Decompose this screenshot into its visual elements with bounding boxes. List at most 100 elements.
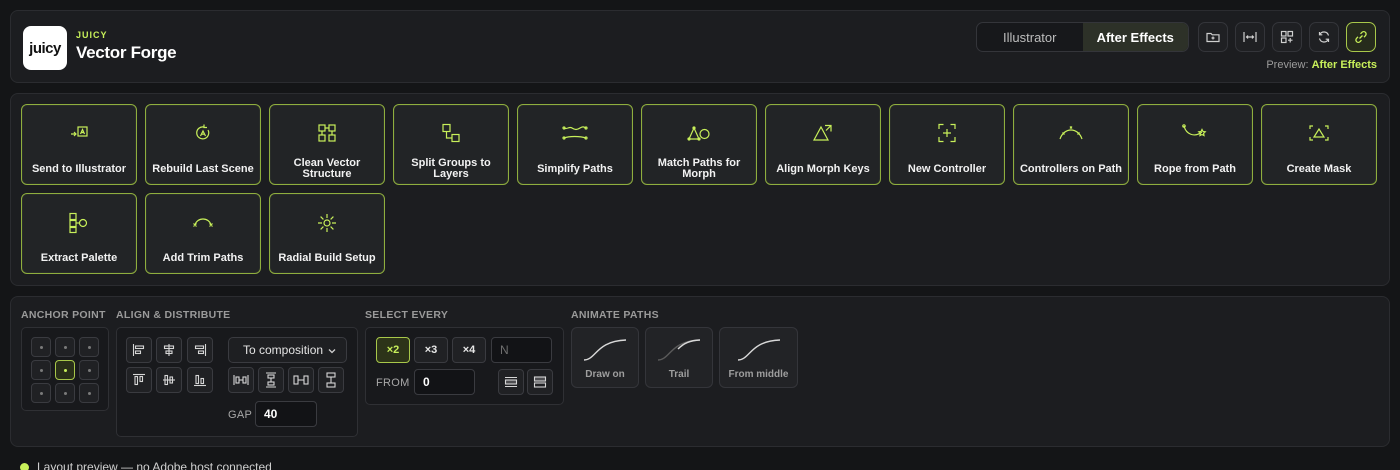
new-controller-button[interactable]: New Controller [889, 104, 1005, 185]
anchor-middle-right[interactable] [79, 360, 99, 380]
select-every-3-button[interactable]: ×3 [414, 337, 448, 363]
anchor-bottom-left[interactable] [31, 383, 51, 403]
anchor-top-center[interactable] [55, 337, 75, 357]
anchor-top-right[interactable] [79, 337, 99, 357]
select-rows-icon [504, 376, 518, 388]
create-mask-button[interactable]: Create Mask [1261, 104, 1377, 185]
align-distribute-label: ALIGN & DISTRIBUTE [116, 309, 231, 321]
space-horizontal-button[interactable] [288, 367, 314, 393]
align-relative-value: To composition [243, 343, 324, 357]
layout-button[interactable] [1272, 22, 1302, 52]
draw-on-button[interactable]: Draw on [571, 327, 639, 388]
anchor-bottom-right[interactable] [79, 383, 99, 403]
send-to-illustrator-button[interactable]: Send to Illustrator [21, 104, 137, 185]
rope-path-icon [1182, 124, 1207, 137]
tools-panel: ANCHOR POINT ALIGN & DISTRIBUTE To compo… [10, 296, 1390, 447]
space-h-icon [293, 375, 309, 385]
from-label: FROM [376, 377, 410, 389]
align-top-button[interactable] [126, 367, 152, 393]
anchor-middle-left[interactable] [31, 360, 51, 380]
extract-palette-icon [69, 212, 88, 234]
fit-width-button[interactable] [1235, 22, 1265, 52]
action-label: Align Morph Keys [776, 162, 870, 175]
distribute-h-icon [233, 375, 249, 385]
link-button[interactable] [1346, 22, 1376, 52]
split-groups-icon [442, 123, 460, 143]
rebuild-last-scene-button[interactable]: Rebuild Last Scene [145, 104, 261, 185]
trail-curve-icon [657, 339, 701, 361]
align-morph-keys-button[interactable]: Align Morph Keys [765, 104, 881, 185]
action-label: Simplify Paths [537, 162, 613, 175]
tab-after-effects[interactable]: After Effects [1082, 23, 1188, 51]
split-groups-to-layers-button[interactable]: Split Groups to Layers [393, 104, 509, 185]
rope-from-path-button[interactable]: Rope from Path [1137, 104, 1253, 185]
extract-palette-button[interactable]: Extract Palette [21, 193, 137, 274]
select-apply-button[interactable] [498, 369, 524, 395]
from-middle-label: From middle [728, 369, 789, 380]
align-horizontal-center-button[interactable] [156, 337, 182, 363]
distribute-v-icon [266, 372, 276, 388]
action-label: Extract Palette [40, 251, 118, 264]
trail-button[interactable]: Trail [645, 327, 713, 388]
align-left-button[interactable] [126, 337, 152, 363]
animate-paths-label: ANIMATE PATHS [571, 309, 659, 321]
align-vertical-center-button[interactable] [156, 367, 182, 393]
select-every-2-button[interactable]: ×2 [376, 337, 410, 363]
anchor-point-label: ANCHOR POINT [21, 309, 106, 321]
align-top-icon [133, 373, 145, 386]
action-label: Create Mask [1286, 162, 1352, 175]
new-controller-icon [938, 123, 956, 143]
anchor-bottom-center[interactable] [55, 383, 75, 403]
radial-build-setup-button[interactable]: Radial Build Setup [269, 193, 385, 274]
action-label: Clean Vector Structure [293, 157, 361, 180]
brand-name: JUICY [76, 30, 108, 40]
clean-structure-icon [318, 124, 336, 142]
select-invert-button[interactable] [527, 369, 553, 395]
refresh-icon [1318, 31, 1330, 43]
align-bottom-button[interactable] [187, 367, 213, 393]
anchor-point-grid [21, 327, 109, 411]
align-center-h-icon [163, 344, 175, 356]
controllers-on-path-button[interactable]: Controllers on Path [1013, 104, 1129, 185]
rebuild-icon [196, 124, 210, 140]
preview-prefix: Preview: [1266, 59, 1309, 71]
trim-paths-icon [193, 218, 213, 227]
distribute-vertical-button[interactable] [258, 367, 284, 393]
app-title: Vector Forge [76, 43, 177, 62]
refresh-button[interactable] [1309, 22, 1339, 52]
anchor-center[interactable] [55, 360, 75, 380]
draw-on-label: Draw on [585, 369, 625, 380]
space-v-icon [326, 372, 336, 388]
align-right-button[interactable] [187, 337, 213, 363]
simplify-paths-button[interactable]: Simplify Paths [517, 104, 633, 185]
action-label: Controllers on Path [1019, 162, 1123, 175]
link-icon [1355, 31, 1367, 43]
simplify-paths-icon [562, 126, 588, 140]
distribute-horizontal-button[interactable] [228, 367, 254, 393]
gap-input[interactable]: 40 [255, 401, 317, 427]
from-middle-button[interactable]: From middle [719, 327, 798, 388]
action-label: Rebuild Last Scene [152, 162, 254, 175]
select-every-4-button[interactable]: ×4 [452, 337, 486, 363]
space-vertical-button[interactable] [318, 367, 344, 393]
chevron-down-icon [328, 349, 336, 354]
preview-value: After Effects [1311, 59, 1377, 71]
open-folder-button[interactable] [1198, 22, 1228, 52]
action-label: Match Paths for Morph [657, 157, 741, 180]
match-paths-for-morph-button[interactable]: Match Paths for Morph [641, 104, 757, 185]
align-center-v-icon [163, 374, 175, 386]
anchor-top-left[interactable] [31, 337, 51, 357]
select-every-custom-input[interactable]: N [491, 337, 552, 363]
from-input[interactable]: 0 [414, 369, 475, 395]
align-relative-select[interactable]: To composition [228, 337, 347, 363]
clean-vector-structure-button[interactable]: Clean Vector Structure [269, 104, 385, 185]
preview-indicator: Preview: After Effects [1266, 59, 1377, 71]
send-to-illustrator-icon [71, 126, 88, 137]
match-paths-icon [687, 126, 710, 141]
tab-illustrator[interactable]: Illustrator [977, 23, 1083, 51]
align-morph-icon [812, 124, 832, 141]
status-dot [20, 462, 29, 470]
action-label: Split Groups to Layers [411, 157, 491, 180]
add-trim-paths-button[interactable]: Add Trim Paths [145, 193, 261, 274]
align-bottom-icon [194, 374, 206, 387]
